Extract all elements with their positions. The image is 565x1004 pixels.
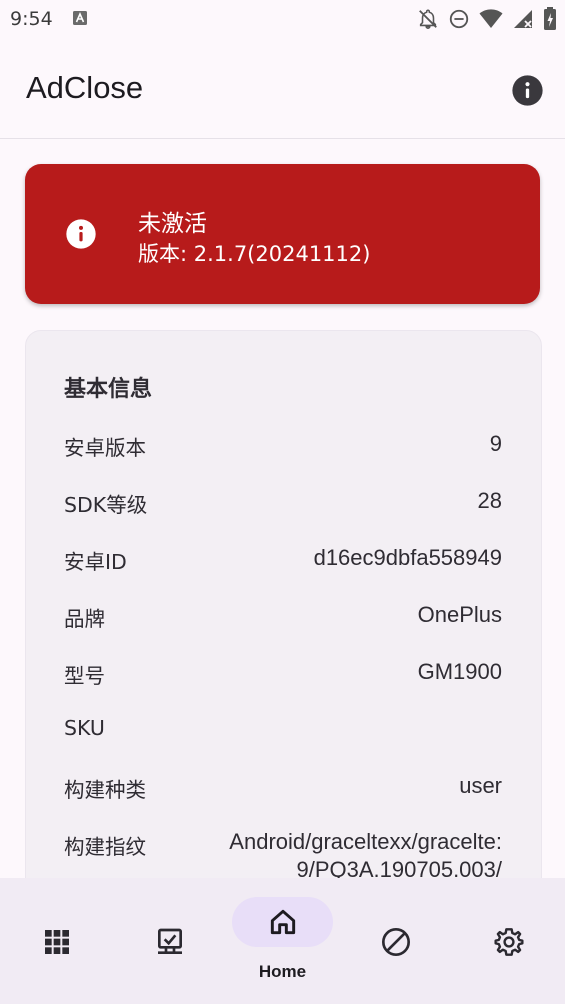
info-key: 构建指纹 xyxy=(64,835,146,859)
nav-label-home: Home xyxy=(258,962,307,981)
signal-icon xyxy=(514,10,532,28)
bottom-navigation-bar: Home xyxy=(0,878,565,1004)
info-value: d16ec9dbfa558949 xyxy=(313,545,502,570)
do-not-disturb-icon xyxy=(449,9,469,29)
info-icon xyxy=(511,74,543,106)
battery-icon xyxy=(544,7,556,30)
info-value: 9 xyxy=(489,431,502,456)
info-value: user xyxy=(459,773,502,798)
info-key: SDK等级 xyxy=(64,493,148,517)
nav-item-block[interactable] xyxy=(339,878,452,1004)
install-desktop-icon xyxy=(157,928,182,954)
notifications-off-icon xyxy=(419,9,437,29)
info-value: 28 xyxy=(477,488,502,513)
status-time: 9:54 xyxy=(10,8,53,30)
info-key: 构建种类 xyxy=(64,778,146,802)
nav-item-home[interactable] xyxy=(226,878,339,1004)
status-icons xyxy=(417,7,557,31)
app-title: AdClose xyxy=(26,70,144,105)
info-key: SKU xyxy=(64,716,105,740)
info-key: 安卓版本 xyxy=(64,436,146,460)
top-app-bar: AdClose xyxy=(0,40,565,139)
info-value: OnePlus xyxy=(417,602,502,627)
nav-item-install[interactable] xyxy=(113,878,226,1004)
info-key: 品牌 xyxy=(64,607,105,631)
basic-info-header: 基本信息 xyxy=(64,377,153,402)
home-icon xyxy=(270,909,295,935)
settings-gear-icon xyxy=(493,928,524,956)
activation-status-title: 未激活 xyxy=(138,211,207,237)
app-version: 版本: 2.1.7(20241112) xyxy=(138,242,371,266)
info-key: 型号 xyxy=(64,664,105,688)
info-key: 安卓ID xyxy=(64,550,127,574)
block-icon xyxy=(381,928,410,956)
apps-grid-icon xyxy=(44,930,69,954)
info-value: GM1900 xyxy=(417,659,502,684)
wifi-icon xyxy=(479,9,503,28)
about-button[interactable] xyxy=(509,72,545,108)
info-value: Android/graceltexx/gracelte: 9/PQ3A.1907… xyxy=(229,829,502,882)
status-bar: 9:54 xyxy=(0,0,565,40)
app-screen: 9:54 AdClose 未激活 版本: 2.1.7(20241112) 基本信… xyxy=(0,0,565,1004)
notification-a-icon xyxy=(73,11,87,25)
activation-status-card[interactable]: 未激活 版本: 2.1.7(20241112) xyxy=(25,164,540,304)
basic-info-card: 基本信息 安卓版本 9 SDK等级 28 安卓ID d16ec9dbfa5589… xyxy=(25,330,542,972)
nav-item-apps[interactable] xyxy=(0,878,113,1004)
nav-item-settings[interactable] xyxy=(452,878,565,1004)
info-icon xyxy=(66,219,96,249)
